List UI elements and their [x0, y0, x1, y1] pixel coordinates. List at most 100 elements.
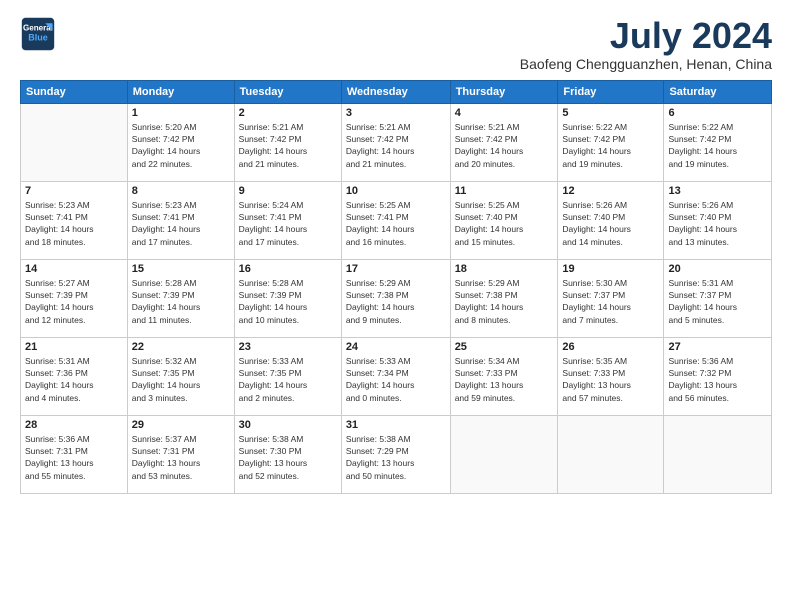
day-info: Sunrise: 5:27 AM Sunset: 7:39 PM Dayligh…: [25, 277, 123, 326]
page: General Blue July 2024 Baofeng Chengguan…: [0, 0, 792, 612]
day-info: Sunrise: 5:33 AM Sunset: 7:35 PM Dayligh…: [239, 355, 337, 404]
day-info: Sunrise: 5:26 AM Sunset: 7:40 PM Dayligh…: [562, 199, 659, 248]
day-info: Sunrise: 5:31 AM Sunset: 7:36 PM Dayligh…: [25, 355, 123, 404]
day-info: Sunrise: 5:25 AM Sunset: 7:40 PM Dayligh…: [455, 199, 554, 248]
table-row: 5 Sunrise: 5:22 AM Sunset: 7:42 PM Daylig…: [558, 103, 664, 181]
day-number: 10: [346, 185, 446, 197]
day-info: Sunrise: 5:21 AM Sunset: 7:42 PM Dayligh…: [239, 121, 337, 170]
day-info: Sunrise: 5:34 AM Sunset: 7:33 PM Dayligh…: [455, 355, 554, 404]
day-info: Sunrise: 5:28 AM Sunset: 7:39 PM Dayligh…: [239, 277, 337, 326]
day-info: Sunrise: 5:36 AM Sunset: 7:31 PM Dayligh…: [25, 433, 123, 482]
table-row: 4Sunrise: 5:21 AM Sunset: 7:42 PM Daylig…: [450, 103, 558, 181]
calendar-week-row: 14 Sunrise: 5:27 AM Sunset: 7:39 PM Dayli…: [21, 259, 772, 337]
day-info: Sunrise: 5:23 AM Sunset: 7:41 PM Dayligh…: [25, 199, 123, 248]
day-info: Sunrise: 5:28 AM Sunset: 7:39 PM Dayligh…: [132, 277, 230, 326]
day-number: 13: [668, 185, 767, 197]
table-row: 20 Sunrise: 5:31 AM Sunset: 7:37 PM Dayli…: [664, 259, 772, 337]
table-row: 27Sunrise: 5:36 AM Sunset: 7:32 PM Dayli…: [664, 337, 772, 415]
table-row: 28 Sunrise: 5:36 AM Sunset: 7:31 PM Dayli…: [21, 415, 128, 493]
day-number: 18: [455, 263, 554, 275]
day-number: 21: [25, 341, 123, 353]
day-info: Sunrise: 5:25 AM Sunset: 7:41 PM Dayligh…: [346, 199, 446, 248]
day-number: 28: [25, 419, 123, 431]
month-title: July 2024: [520, 16, 772, 56]
day-info: Sunrise: 5:24 AM Sunset: 7:41 PM Dayligh…: [239, 199, 337, 248]
calendar-week-row: 7 Sunrise: 5:23 AM Sunset: 7:41 PM Daylig…: [21, 181, 772, 259]
day-number: 15: [132, 263, 230, 275]
table-row: 12 Sunrise: 5:26 AM Sunset: 7:40 PM Dayli…: [558, 181, 664, 259]
table-row: 1Sunrise: 5:20 AM Sunset: 7:42 PM Daylig…: [127, 103, 234, 181]
col-tuesday: Tuesday: [234, 80, 341, 103]
logo: General Blue: [20, 16, 56, 52]
table-row: 19 Sunrise: 5:30 AM Sunset: 7:37 PM Dayli…: [558, 259, 664, 337]
day-info: Sunrise: 5:33 AM Sunset: 7:34 PM Dayligh…: [346, 355, 446, 404]
day-info: Sunrise: 5:31 AM Sunset: 7:37 PM Dayligh…: [668, 277, 767, 326]
day-number: 9: [239, 185, 337, 197]
day-number: 31: [346, 419, 446, 431]
table-row: 14 Sunrise: 5:27 AM Sunset: 7:39 PM Dayli…: [21, 259, 128, 337]
day-number: 23: [239, 341, 337, 353]
day-info: Sunrise: 5:23 AM Sunset: 7:41 PM Dayligh…: [132, 199, 230, 248]
table-row: [21, 103, 128, 181]
day-number: 29: [132, 419, 230, 431]
day-info: Sunrise: 5:30 AM Sunset: 7:37 PM Dayligh…: [562, 277, 659, 326]
header: General Blue July 2024 Baofeng Chengguan…: [20, 16, 772, 72]
calendar-week-row: 28 Sunrise: 5:36 AM Sunset: 7:31 PM Dayli…: [21, 415, 772, 493]
day-info: Sunrise: 5:38 AM Sunset: 7:30 PM Dayligh…: [239, 433, 337, 482]
day-number: 22: [132, 341, 230, 353]
day-number: 16: [239, 263, 337, 275]
table-row: [558, 415, 664, 493]
table-row: 11 Sunrise: 5:25 AM Sunset: 7:40 PM Dayli…: [450, 181, 558, 259]
table-row: 2 Sunrise: 5:21 AM Sunset: 7:42 PM Daylig…: [234, 103, 341, 181]
col-wednesday: Wednesday: [341, 80, 450, 103]
location-title: Baofeng Chengguanzhen, Henan, China: [520, 56, 772, 72]
day-number: 30: [239, 419, 337, 431]
calendar-week-row: 21 Sunrise: 5:31 AM Sunset: 7:36 PM Dayli…: [21, 337, 772, 415]
day-number: 11: [455, 185, 554, 197]
day-info: Sunrise: 5:29 AM Sunset: 7:38 PM Dayligh…: [346, 277, 446, 326]
day-number: 8: [132, 185, 230, 197]
table-row: [450, 415, 558, 493]
day-number: 25: [455, 341, 554, 353]
table-row: 8 Sunrise: 5:23 AM Sunset: 7:41 PM Daylig…: [127, 181, 234, 259]
table-row: 30 Sunrise: 5:38 AM Sunset: 7:30 PM Dayli…: [234, 415, 341, 493]
col-saturday: Saturday: [664, 80, 772, 103]
calendar-header-row: Sunday Monday Tuesday Wednesday Thursday…: [21, 80, 772, 103]
table-row: 15 Sunrise: 5:28 AM Sunset: 7:39 PM Dayli…: [127, 259, 234, 337]
table-row: 31 Sunrise: 5:38 AM Sunset: 7:29 PM Dayli…: [341, 415, 450, 493]
table-row: 25 Sunrise: 5:34 AM Sunset: 7:33 PM Dayli…: [450, 337, 558, 415]
day-info: Sunrise: 5:37 AM Sunset: 7:31 PM Dayligh…: [132, 433, 230, 482]
day-number: 2: [239, 107, 337, 119]
col-sunday: Sunday: [21, 80, 128, 103]
day-number: 5: [562, 107, 659, 119]
day-number: 12: [562, 185, 659, 197]
logo-icon: General Blue: [20, 16, 56, 52]
col-thursday: Thursday: [450, 80, 558, 103]
day-number: 20: [668, 263, 767, 275]
day-info: Sunrise: 5:38 AM Sunset: 7:29 PM Dayligh…: [346, 433, 446, 482]
day-info: Sunrise: 5:35 AM Sunset: 7:33 PM Dayligh…: [562, 355, 659, 404]
table-row: 18Sunrise: 5:29 AM Sunset: 7:38 PM Dayli…: [450, 259, 558, 337]
day-number: 27: [668, 341, 767, 353]
calendar-week-row: 1Sunrise: 5:20 AM Sunset: 7:42 PM Daylig…: [21, 103, 772, 181]
day-number: 3: [346, 107, 446, 119]
day-number: 4: [455, 107, 554, 119]
day-number: 1: [132, 107, 230, 119]
table-row: 13 Sunrise: 5:26 AM Sunset: 7:40 PM Dayli…: [664, 181, 772, 259]
table-row: 7 Sunrise: 5:23 AM Sunset: 7:41 PM Daylig…: [21, 181, 128, 259]
table-row: 16 Sunrise: 5:28 AM Sunset: 7:39 PM Dayli…: [234, 259, 341, 337]
day-info: Sunrise: 5:26 AM Sunset: 7:40 PM Dayligh…: [668, 199, 767, 248]
day-number: 14: [25, 263, 123, 275]
calendar-table: Sunday Monday Tuesday Wednesday Thursday…: [20, 80, 772, 494]
day-number: 24: [346, 341, 446, 353]
table-row: 3 Sunrise: 5:21 AM Sunset: 7:42 PM Daylig…: [341, 103, 450, 181]
table-row: 9 Sunrise: 5:24 AM Sunset: 7:41 PM Daylig…: [234, 181, 341, 259]
day-info: Sunrise: 5:22 AM Sunset: 7:42 PM Dayligh…: [562, 121, 659, 170]
table-row: 29 Sunrise: 5:37 AM Sunset: 7:31 PM Dayli…: [127, 415, 234, 493]
table-row: 23 Sunrise: 5:33 AM Sunset: 7:35 PM Dayli…: [234, 337, 341, 415]
day-info: Sunrise: 5:21 AM Sunset: 7:42 PM Dayligh…: [346, 121, 446, 170]
day-number: 7: [25, 185, 123, 197]
day-number: 26: [562, 341, 659, 353]
day-number: 19: [562, 263, 659, 275]
table-row: 6Sunrise: 5:22 AM Sunset: 7:42 PM Daylig…: [664, 103, 772, 181]
